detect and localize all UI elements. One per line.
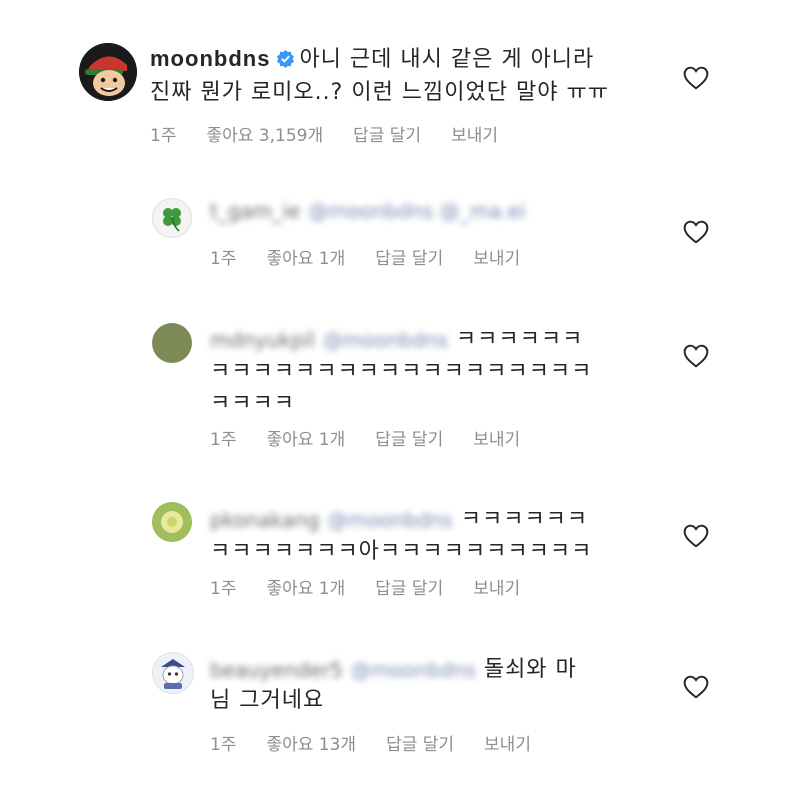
comment-text-line-2: ㅋㅋㅋㅋㅋㅋㅋ아ㅋㅋㅋㅋㅋㅋㅋㅋㅋㅋ	[210, 539, 593, 564]
flower-icon	[152, 502, 192, 542]
comment-meta: 1주 좋아요 1개 답글 달기 보내기	[210, 574, 520, 599]
heart-icon[interactable]	[683, 66, 709, 90]
heart-icon[interactable]	[683, 524, 709, 548]
comment-meta: 1주 좋아요 1개 답글 달기 보내기	[210, 425, 520, 450]
username[interactable]: moonbdns	[150, 46, 270, 71]
character-avatar-icon	[161, 659, 185, 689]
comment-text-line-1: moonbdns 아니 근데 내시 같은 게 아니라	[150, 41, 594, 73]
mention[interactable]: @moonbdns	[323, 328, 448, 352]
reply-button[interactable]: 답글 달기	[386, 730, 454, 755]
send-button[interactable]: 보내기	[473, 574, 520, 599]
mention[interactable]: @moonbdns	[328, 508, 453, 532]
likes-count[interactable]: 좋아요 1개	[266, 574, 345, 599]
timestamp: 1주	[210, 249, 237, 269]
reply-button[interactable]: 답글 달기	[375, 244, 443, 269]
reply-button[interactable]: 답글 달기	[375, 574, 443, 599]
comment-text-line-1: mdnyukpil @moonbdns ㅋㅋㅋㅋㅋㅋ	[210, 321, 583, 353]
comment-text-line-2: 님 그거네요	[210, 688, 325, 713]
comment-text-line-2: ㅋㅋㅋㅋㅋㅋㅋㅋㅋㅋㅋㅋㅋㅋㅋㅋㅋㅋ	[210, 359, 593, 384]
avatar[interactable]	[79, 43, 137, 101]
comment-body: ㅋㅋㅋㅋㅋㅋ	[460, 507, 589, 532]
comment-text-line-3: ㅋㅋㅋㅋ	[210, 391, 295, 416]
comment-text-line-1: pkonakang @moonbdns ㅋㅋㅋㅋㅋㅋ	[210, 501, 588, 533]
likes-count[interactable]: 좋아요 13개	[266, 730, 356, 755]
timestamp: 1주	[150, 126, 177, 146]
send-button[interactable]: 보내기	[473, 244, 520, 269]
username[interactable]: pkonakang	[210, 508, 320, 532]
avatar[interactable]	[152, 652, 194, 694]
verified-badge-icon	[277, 49, 295, 68]
send-button[interactable]: 보내기	[473, 425, 520, 450]
avatar[interactable]	[152, 323, 192, 363]
comment-meta: 1주 좋아요 1개 답글 달기 보내기	[210, 244, 520, 269]
avatar[interactable]	[152, 502, 192, 542]
avatar[interactable]	[152, 198, 192, 238]
username[interactable]: t_gam_ie	[210, 199, 300, 223]
reply-button[interactable]: 답글 달기	[375, 425, 443, 450]
mention[interactable]: @moonbdns @_ma.ei	[308, 199, 525, 223]
username[interactable]: beauyender5	[210, 658, 343, 682]
clover-icon	[163, 208, 181, 232]
comment-body: ㅋㅋㅋㅋㅋㅋ	[455, 327, 584, 352]
comment-meta: 1주 좋아요 13개 답글 달기 보내기	[210, 730, 531, 755]
heart-icon[interactable]	[683, 675, 709, 699]
comment-meta: 1주 좋아요 3,159개 답글 달기 보내기	[150, 121, 498, 146]
likes-count[interactable]: 좋아요 1개	[266, 425, 345, 450]
comment-text-line-1: beauyender5 @moonbdns 돌쇠와 마	[210, 651, 577, 683]
send-button[interactable]: 보내기	[484, 730, 531, 755]
username[interactable]: mdnyukpil	[210, 328, 315, 352]
reply-button[interactable]: 답글 달기	[353, 121, 421, 146]
comment-text-line-2: 진짜 뭔가 로미오..? 이런 느낌이었단 말야 ㅠㅠ	[150, 80, 609, 105]
comment-body: 아니 근데 내시 같은 게 아니라	[299, 47, 595, 72]
timestamp: 1주	[210, 735, 237, 755]
likes-count[interactable]: 좋아요 1개	[266, 244, 345, 269]
comment-body: 돌쇠와 마	[483, 657, 577, 682]
timestamp: 1주	[210, 430, 237, 450]
cartoon-avatar-icon	[79, 43, 137, 101]
mention[interactable]: @moonbdns	[351, 658, 476, 682]
heart-icon[interactable]	[683, 344, 709, 368]
heart-icon[interactable]	[683, 220, 709, 244]
comment-text-line-1: t_gam_ie @moonbdns @_ma.ei	[210, 198, 526, 223]
timestamp: 1주	[210, 579, 237, 599]
send-button[interactable]: 보내기	[451, 121, 498, 146]
likes-count[interactable]: 좋아요 3,159개	[206, 121, 323, 146]
